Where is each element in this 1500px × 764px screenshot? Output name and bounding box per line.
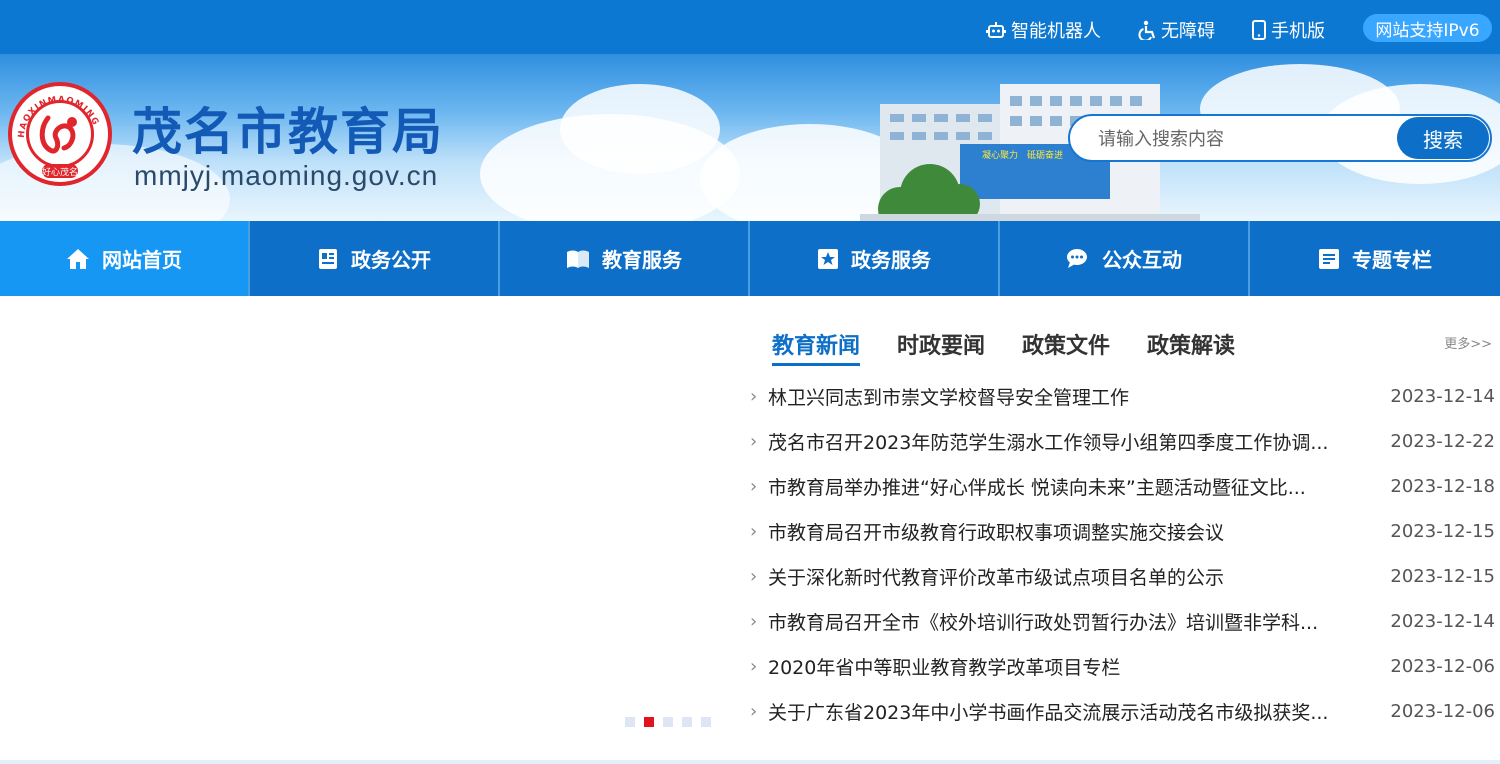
logo-emblem <box>26 100 94 168</box>
slider-dot-active[interactable] <box>644 717 654 727</box>
image-slider[interactable] <box>0 296 730 742</box>
news-item[interactable]: › 关于深化新时代教育评价改革市级试点项目名单的公示 2023-12-15 <box>750 554 1495 599</box>
news-item[interactable]: › 市教育局举办推进“好心伴成长 悦读向未来”主题活动暨征文比... 2023-… <box>750 464 1495 509</box>
list-icon <box>1319 248 1339 269</box>
nav-item-special-topics[interactable]: 专题专栏 <box>1250 221 1500 296</box>
search-input[interactable] <box>1098 126 1388 152</box>
accessibility-label: 无障碍 <box>1161 21 1215 42</box>
news-date: 2023-12-14 <box>1390 611 1495 632</box>
top-utility-bar: 智能机器人 无障碍 手机版 网站支持IPv6 <box>0 0 1500 54</box>
news-date: 2023-12-14 <box>1390 386 1495 407</box>
nav-label: 教育服务 <box>602 248 682 272</box>
robot-icon <box>986 22 1006 38</box>
tab-education-news[interactable]: 教育新闻 <box>772 328 861 366</box>
news-item[interactable]: › 茂名市召开2023年防范学生溺水工作领导小组第四季度工作协调... 2023… <box>750 419 1495 464</box>
news-list: › 林卫兴同志到市崇文学校督导安全管理工作 2023-12-14 › 茂名市召开… <box>750 374 1495 734</box>
cloud-decoration <box>560 84 720 174</box>
section-divider <box>0 760 1500 764</box>
search-box: 搜索 <box>1068 114 1492 162</box>
nav-label: 公众互动 <box>1102 248 1182 272</box>
news-date: 2023-12-15 <box>1390 521 1495 542</box>
nav-label: 政务公开 <box>351 248 431 272</box>
site-title: 茂名市教育局 <box>132 103 444 161</box>
mobile-phone-icon <box>1252 20 1266 40</box>
news-item[interactable]: › 林卫兴同志到市崇文学校督导安全管理工作 2023-12-14 <box>750 374 1495 419</box>
chevron-right-icon: › <box>750 566 758 587</box>
news-title: 市教育局举办推进“好心伴成长 悦读向未来”主题活动暨征文比... <box>768 477 1306 499</box>
news-title: 林卫兴同志到市崇文学校督导安全管理工作 <box>768 387 1130 409</box>
news-tabs: 教育新闻 时政要闻 政策文件 政策解读 <box>772 328 1272 366</box>
nav-label: 政务服务 <box>851 248 931 272</box>
news-panel: 教育新闻 时政要闻 政策文件 政策解读 更多>> › 林卫兴同志到市崇文学校督导… <box>750 296 1500 742</box>
news-date: 2023-12-15 <box>1390 566 1495 587</box>
nav-item-education-services[interactable]: 教育服务 <box>500 221 750 296</box>
robot-label: 智能机器人 <box>1011 21 1101 42</box>
chevron-right-icon: › <box>750 521 758 542</box>
slider-dot[interactable] <box>663 717 673 727</box>
robot-link[interactable]: 智能机器人 <box>986 18 1101 42</box>
tab-current-affairs[interactable]: 时政要闻 <box>897 328 985 366</box>
accessibility-link[interactable]: 无障碍 <box>1138 18 1215 42</box>
nav-item-home[interactable]: 网站首页 <box>0 221 250 296</box>
wheelchair-icon <box>1138 20 1156 40</box>
chevron-right-icon: › <box>750 611 758 632</box>
chevron-right-icon: › <box>750 701 758 722</box>
news-date: 2023-12-22 <box>1390 431 1495 452</box>
news-title: 关于深化新时代教育评价改革市级试点项目名单的公示 <box>768 567 1225 589</box>
more-link[interactable]: 更多>> <box>1444 333 1492 352</box>
site-domain: mmjyj.maoming.gov.cn <box>134 160 439 191</box>
news-date: 2023-12-06 <box>1390 656 1495 677</box>
tab-policy-documents[interactable]: 政策文件 <box>1022 328 1110 366</box>
nav-item-public-interaction[interactable]: 公众互动 <box>1000 221 1250 296</box>
chevron-right-icon: › <box>750 656 758 677</box>
news-item[interactable]: › 2020年省中等职业教育教学改革项目专栏 2023-12-06 <box>750 644 1495 689</box>
slider-dots <box>625 717 711 727</box>
news-title: 市教育局召开全市《校外培训行政处罚暂行办法》培训暨非学科... <box>768 612 1319 634</box>
mobile-label: 手机版 <box>1271 21 1325 42</box>
news-date: 2023-12-06 <box>1390 701 1495 722</box>
logo-mark-icon <box>39 115 77 154</box>
slider-dot[interactable] <box>682 717 692 727</box>
building-sign: 凝心聚力 砥砺奋进 <box>982 149 1063 161</box>
news-title: 2020年省中等职业教育教学改革项目专栏 <box>768 657 1121 679</box>
slider-dot[interactable] <box>701 717 711 727</box>
chat-icon <box>1067 248 1087 268</box>
ipv6-badge[interactable]: 网站支持IPv6 <box>1363 14 1492 42</box>
chevron-right-icon: › <box>750 476 758 497</box>
news-item[interactable]: › 市教育局召开市级教育行政职权事项调整实施交接会议 2023-12-15 <box>750 509 1495 554</box>
tab-policy-interpretation[interactable]: 政策解读 <box>1147 328 1235 366</box>
news-title: 市教育局召开市级教育行政职权事项调整实施交接会议 <box>768 522 1225 544</box>
header-banner: 凝心聚力 砥砺奋进 HAOXINMAOMING 好心茂名 茂名市教育局 mmjy… <box>0 54 1500 221</box>
news-title: 关于广东省2023年中小学书画作品交流展示活动茂名市级拟获奖... <box>768 702 1329 724</box>
news-date: 2023-12-18 <box>1390 476 1495 497</box>
chevron-right-icon: › <box>750 386 758 407</box>
news-title: 茂名市召开2023年防范学生溺水工作领导小组第四季度工作协调... <box>768 432 1329 454</box>
news-item[interactable]: › 市教育局召开全市《校外培训行政处罚暂行办法》培训暨非学科... 2023-1… <box>750 599 1495 644</box>
slider-dot[interactable] <box>625 717 635 727</box>
book-icon <box>567 250 589 268</box>
nav-item-public-services[interactable]: 政务服务 <box>750 221 1000 296</box>
document-icon <box>319 248 337 269</box>
nav-item-government-affairs[interactable]: 政务公开 <box>250 221 500 296</box>
star-icon <box>818 248 838 269</box>
mobile-link[interactable]: 手机版 <box>1252 18 1325 42</box>
nav-label: 专题专栏 <box>1352 248 1432 272</box>
site-logo[interactable]: HAOXINMAOMING 好心茂名 <box>8 82 112 186</box>
chevron-right-icon: › <box>750 431 758 452</box>
main-nav: 网站首页 政务公开 教育服务 政务服务 公众互动 专题专栏 <box>0 221 1500 296</box>
news-item[interactable]: › 关于广东省2023年中小学书画作品交流展示活动茂名市级拟获奖... 2023… <box>750 689 1495 734</box>
search-button[interactable]: 搜索 <box>1397 117 1489 159</box>
nav-label: 网站首页 <box>102 248 182 272</box>
home-icon <box>67 248 89 269</box>
